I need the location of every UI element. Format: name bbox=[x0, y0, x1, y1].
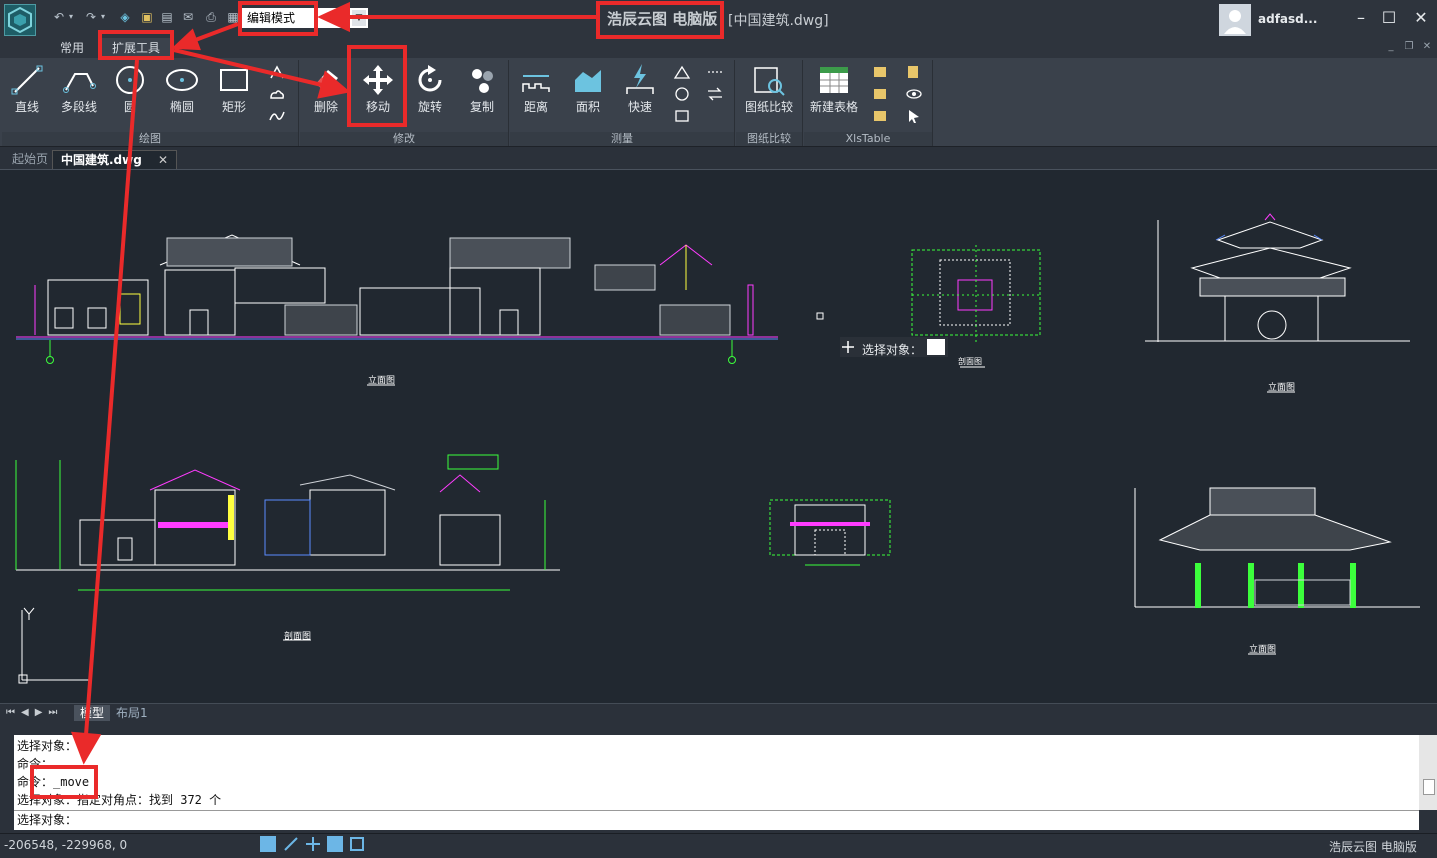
annotation-arrows bbox=[70, 1, 596, 765]
